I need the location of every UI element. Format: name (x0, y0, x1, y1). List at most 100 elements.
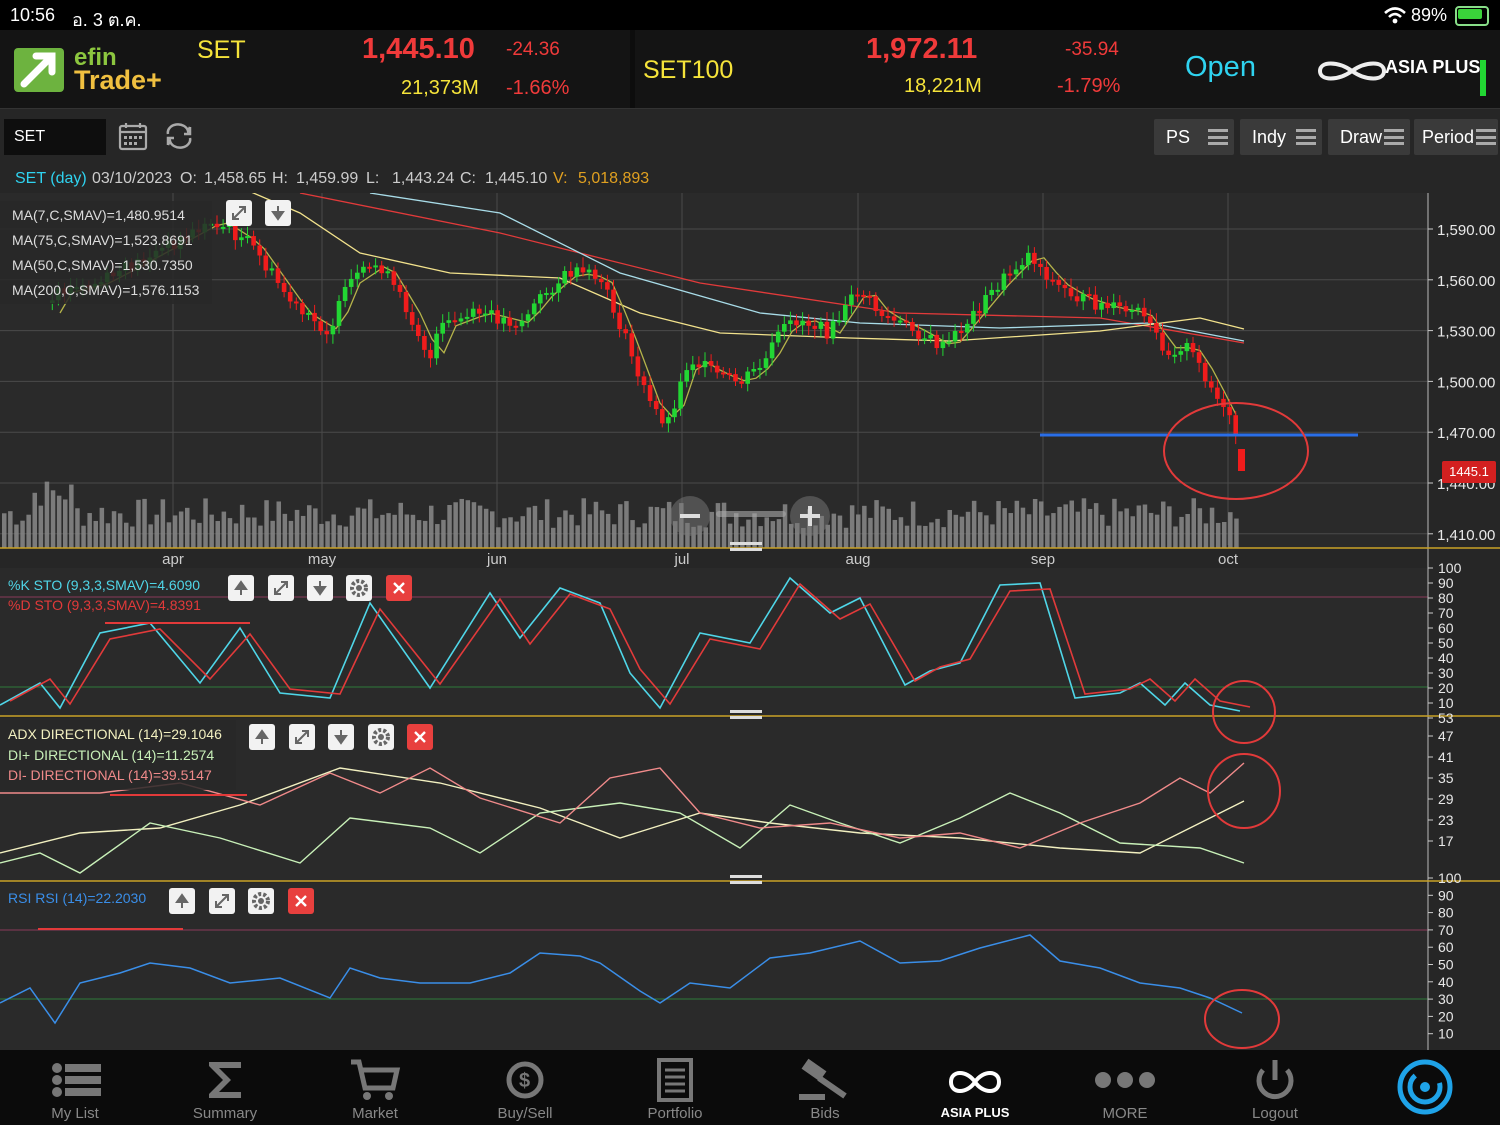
tab-summary[interactable]: Summary (150, 1050, 300, 1125)
close-icon[interactable] (288, 888, 314, 914)
tab-label: My List (51, 1105, 99, 1122)
volume-bar (294, 509, 300, 548)
calendar-icon[interactable] (118, 121, 148, 151)
market-header: efin Trade+ SET 1,445.10 -24.36 21,373M … (0, 30, 1500, 108)
refresh-icon[interactable] (164, 123, 194, 149)
volume-bar (953, 514, 959, 548)
candle-body (257, 245, 262, 256)
ohlc-info-line: SET (day) 03/10/2023 O: 1,458.65 H: 1,45… (0, 163, 1500, 193)
candle-body (556, 283, 561, 293)
volume-bar (520, 516, 525, 548)
index-name-set[interactable]: SET (197, 36, 246, 65)
candle-body (1227, 407, 1232, 416)
candle-body (1062, 284, 1068, 289)
volume-bar (1191, 498, 1196, 548)
candle-body (1202, 362, 1208, 382)
volume-bar (209, 514, 214, 548)
zoom-slider[interactable] (716, 511, 786, 517)
volume-bar (605, 513, 611, 548)
candle-body (940, 341, 946, 349)
tab-more[interactable]: MORE (1050, 1050, 1200, 1125)
volume-bar (337, 525, 342, 548)
volume-bar (898, 517, 904, 548)
volume-bar (843, 527, 849, 548)
expand-icon[interactable] (268, 575, 294, 601)
candle-body (989, 289, 994, 296)
candle-body (666, 417, 671, 424)
volume-bar (1057, 506, 1062, 548)
assistant-swirl-icon[interactable] (1396, 1058, 1454, 1116)
volume-bar (87, 513, 92, 548)
move-up-icon[interactable] (249, 724, 275, 750)
tab-bids[interactable]: Bids (750, 1050, 900, 1125)
candle-body (440, 322, 445, 334)
candle-body (788, 320, 793, 324)
candle-body (416, 324, 421, 336)
volume-bar (971, 500, 977, 548)
index-name-set100[interactable]: SET100 (643, 56, 733, 85)
close-icon[interactable] (386, 575, 412, 601)
chart-area[interactable]: apr may jun jul aug sep oct 1,590.00 1,560.00 1,5… (0, 193, 1500, 1050)
tab-buy-sell[interactable]: $ Buy/Sell (450, 1050, 600, 1125)
rsi-axis-label: 30 (1438, 991, 1454, 1007)
volume-bar (404, 514, 410, 548)
candle-body (647, 385, 653, 402)
tab-market[interactable]: Market (300, 1050, 450, 1125)
settings-gear-icon[interactable] (368, 724, 394, 750)
candle-body (507, 317, 513, 326)
candle-body (1166, 350, 1171, 356)
volume-bar (20, 520, 25, 548)
close-icon[interactable] (407, 724, 433, 750)
volume-bar (282, 513, 288, 548)
move-up-icon[interactable] (228, 575, 254, 601)
candle-body (446, 320, 452, 323)
symbol-input[interactable]: SET (4, 119, 106, 155)
settings-gear-icon[interactable] (346, 575, 372, 601)
chart-canvas[interactable]: apr may jun jul aug sep oct 1,590.00 1,560.00 1,5… (0, 193, 1500, 1050)
volume-bar (1124, 508, 1129, 548)
volume-bar (349, 515, 355, 548)
rsi-axis-label: 100 (1438, 870, 1462, 886)
tab-logout[interactable]: Logout (1200, 1050, 1350, 1125)
zoom-in-icon[interactable] (790, 496, 830, 536)
candle-body (635, 356, 641, 377)
tab-label: MORE (1102, 1105, 1148, 1122)
move-up-icon[interactable] (169, 888, 195, 914)
candle-body (1068, 288, 1074, 297)
volume-bar (978, 512, 983, 548)
period-button[interactable]: Period (1414, 119, 1498, 155)
volume-bar (191, 519, 196, 548)
volume-bar (654, 507, 660, 548)
volume-bar (1014, 500, 1020, 548)
volume-bar (1112, 498, 1117, 548)
move-down-icon[interactable] (265, 200, 291, 226)
expand-icon[interactable] (209, 888, 235, 914)
volume-bar (538, 519, 544, 548)
tab-my-list[interactable]: My List (0, 1050, 150, 1125)
rsi-axis-label: 40 (1438, 974, 1454, 990)
move-down-icon[interactable] (328, 724, 354, 750)
volume-bar (99, 507, 105, 548)
volume-bar (203, 498, 208, 548)
volume-bar (154, 514, 159, 548)
candle-body (519, 320, 525, 327)
volume-bar (1039, 501, 1044, 548)
settings-gear-icon[interactable] (248, 888, 274, 914)
volume-bar (557, 517, 562, 548)
volume-bar (453, 502, 458, 548)
candle-body (562, 270, 567, 284)
tab-portfolio[interactable]: Portfolio (600, 1050, 750, 1125)
indy-button[interactable]: Indy (1240, 119, 1322, 155)
expand-icon[interactable] (289, 724, 315, 750)
tab-asia-plus[interactable]: ASIA PLUS (900, 1050, 1050, 1125)
expand-icon[interactable] (226, 200, 252, 226)
candle-body (946, 341, 952, 344)
candle-body (727, 373, 732, 376)
candle-body (599, 278, 604, 283)
ps-button[interactable]: PS (1154, 119, 1234, 155)
zoom-out-icon[interactable] (670, 496, 710, 536)
volume-bar (471, 502, 477, 548)
month-label: oct (1218, 551, 1239, 568)
move-down-icon[interactable] (307, 575, 333, 601)
draw-button[interactable]: Draw (1328, 119, 1410, 155)
